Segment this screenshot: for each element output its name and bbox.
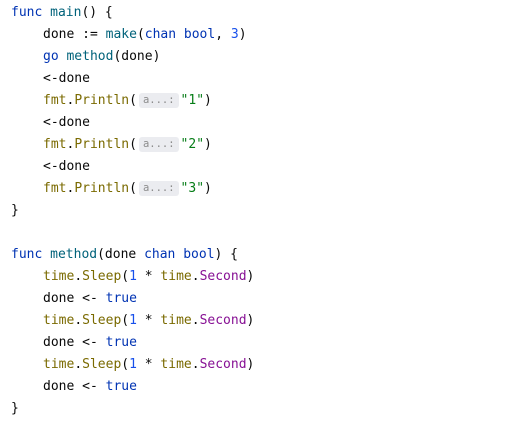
code-line-18[interactable]: done <- true	[11, 376, 137, 398]
operator: *	[136, 269, 161, 284]
punctuation: ,	[215, 27, 231, 42]
keyword-func: func	[11, 5, 43, 20]
parameter-hint: a...:	[138, 137, 179, 152]
keyword-true: true	[105, 335, 137, 350]
code-line-16[interactable]: done <- true	[11, 332, 137, 354]
function-call-method: method	[66, 49, 114, 64]
punctuation: (	[136, 27, 145, 42]
punctuation: (	[129, 181, 137, 196]
constant-second: Second	[199, 269, 247, 284]
punctuation: .	[191, 313, 200, 328]
function-println: Println	[74, 137, 130, 152]
punctuation: .	[191, 357, 200, 372]
code-line-10[interactable]: }	[11, 200, 19, 222]
punctuation: (	[121, 313, 130, 328]
number-literal: 1	[129, 357, 137, 372]
punctuation: (	[129, 93, 137, 108]
operator: *	[136, 313, 161, 328]
code-text: <-done	[43, 71, 90, 86]
code-line-12[interactable]: func method(done chan bool) {	[11, 244, 238, 266]
punctuation: )	[204, 181, 212, 196]
punctuation: )	[238, 27, 247, 42]
punctuation: (	[121, 357, 130, 372]
function-sleep: Sleep	[82, 357, 122, 372]
constant-second: Second	[199, 357, 247, 372]
punctuation: )	[246, 313, 255, 328]
code-line-7[interactable]: fmt.Println(a...: "2")	[11, 134, 212, 156]
package-time: time	[43, 357, 75, 372]
operator: *	[136, 357, 161, 372]
builtin-make: make	[105, 27, 137, 42]
function-sleep: Sleep	[82, 313, 122, 328]
package-time: time	[160, 357, 192, 372]
keyword-chan: chan	[144, 27, 177, 42]
code-line-17[interactable]: time.Sleep(1 * time.Second)	[11, 354, 254, 376]
function-println: Println	[74, 181, 130, 196]
keyword-chan: chan	[144, 247, 176, 262]
string-literal: "3"	[180, 181, 205, 196]
keyword-bool: bool	[183, 247, 215, 262]
closing-brace: }	[11, 401, 19, 416]
code-text: done <-	[43, 335, 106, 350]
code-text: <-done	[43, 115, 90, 130]
function-name-method: method	[50, 247, 98, 262]
code-line-8[interactable]: <-done	[11, 156, 90, 178]
string-literal: "1"	[180, 93, 205, 108]
code-line-9[interactable]: fmt.Println(a...: "3")	[11, 178, 212, 200]
function-sleep: Sleep	[82, 269, 122, 284]
keyword-true: true	[105, 291, 137, 306]
package-fmt: fmt	[43, 137, 67, 152]
punctuation: )	[246, 269, 255, 284]
code-text: (done	[97, 247, 145, 262]
string-literal: "2"	[180, 137, 205, 152]
keyword-bool: bool	[183, 27, 216, 42]
punctuation: (	[129, 137, 137, 152]
keyword-go: go	[43, 49, 59, 64]
parameter-hint: a...:	[138, 93, 179, 108]
package-time: time	[160, 269, 192, 284]
package-fmt: fmt	[43, 181, 67, 196]
punctuation: (	[121, 269, 130, 284]
function-println: Println	[74, 93, 130, 108]
code-line-5[interactable]: fmt.Println(a...: "1")	[11, 90, 212, 112]
code-line-13[interactable]: time.Sleep(1 * time.Second)	[11, 266, 254, 288]
number-literal: 1	[129, 313, 137, 328]
code-text: <-done	[43, 159, 90, 174]
code-line-4[interactable]: <-done	[11, 68, 90, 90]
punctuation: .	[74, 269, 83, 284]
keyword-func: func	[11, 247, 43, 262]
code-line-1[interactable]: func main() {	[11, 2, 113, 24]
package-time: time	[43, 313, 75, 328]
code-line-3[interactable]: go method(done)	[11, 46, 160, 68]
punctuation: )	[204, 137, 212, 152]
code-text: (done)	[113, 49, 161, 64]
punctuation: () {	[81, 5, 113, 20]
code-line-2[interactable]: done := make(chan bool, 3)	[11, 24, 247, 46]
code-line-14[interactable]: done <- true	[11, 288, 137, 310]
code-text: done <-	[43, 291, 106, 306]
punctuation: .	[191, 269, 200, 284]
code-line-15[interactable]: time.Sleep(1 * time.Second)	[11, 310, 254, 332]
punctuation: )	[246, 357, 255, 372]
package-fmt: fmt	[43, 93, 67, 108]
constant-second: Second	[199, 313, 247, 328]
punctuation: ) {	[214, 247, 239, 262]
punctuation: .	[74, 357, 83, 372]
package-time: time	[43, 269, 75, 284]
punctuation: )	[204, 93, 212, 108]
number-literal: 3	[230, 27, 239, 42]
code-text: done :=	[43, 27, 106, 42]
closing-brace: }	[11, 203, 19, 218]
code-line-19[interactable]: }	[11, 398, 19, 420]
punctuation: .	[74, 313, 83, 328]
code-text: done <-	[43, 379, 106, 394]
code-line-6[interactable]: <-done	[11, 112, 90, 134]
number-literal: 1	[129, 269, 137, 284]
keyword-true: true	[105, 379, 137, 394]
parameter-hint: a...:	[138, 181, 179, 196]
function-name-main: main	[50, 5, 82, 20]
package-time: time	[160, 313, 192, 328]
code-editor[interactable]: func main() { done := make(chan bool, 3)…	[0, 0, 525, 422]
